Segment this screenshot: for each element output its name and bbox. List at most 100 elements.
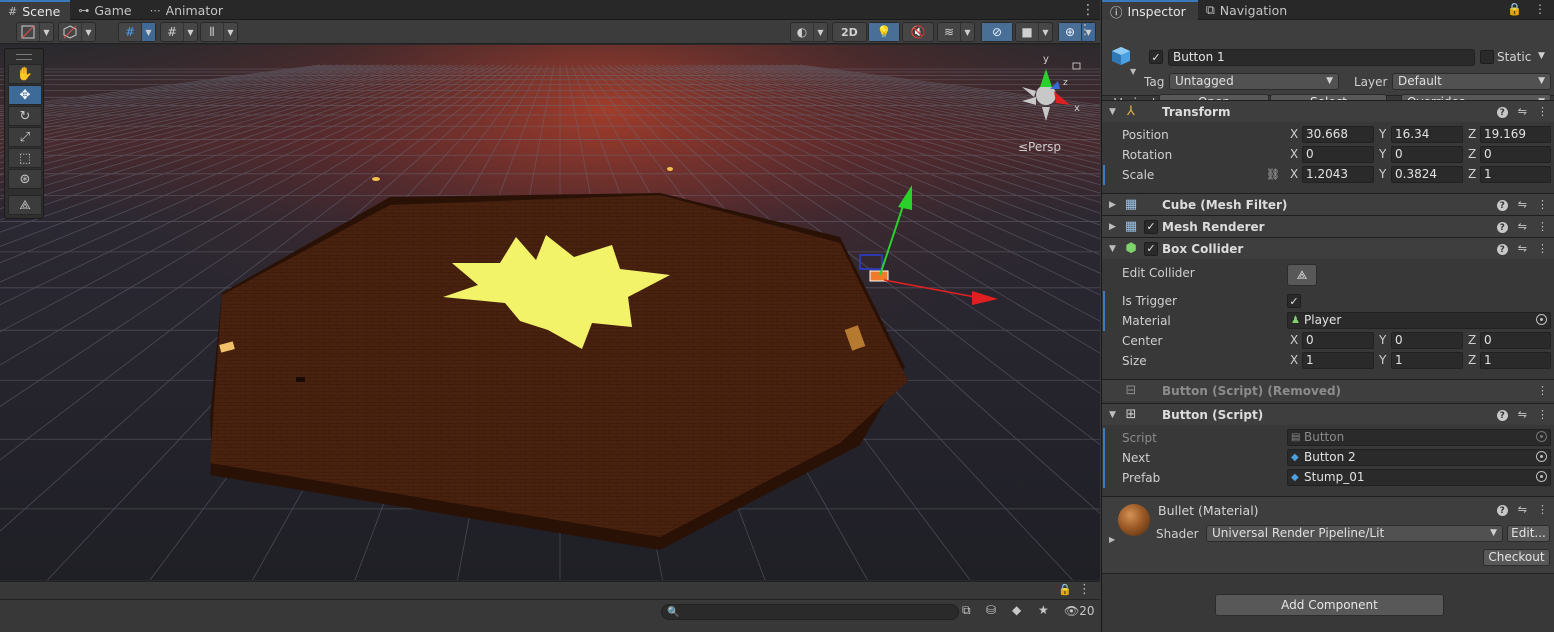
scene-panel-menu-icon[interactable]: ⋮ xyxy=(1081,2,1095,18)
chevron-down-icon[interactable]: ▼ xyxy=(223,23,237,41)
draw-mode-group[interactable]: ▼ xyxy=(16,22,54,42)
mesh-renderer-enabled-checkbox[interactable]: ✓ xyxy=(1144,219,1158,234)
chevron-down-icon[interactable]: ▼ xyxy=(81,23,95,41)
component-menu-icon[interactable]: ⋮ xyxy=(1537,105,1548,118)
chevron-down-icon[interactable]: ▼ xyxy=(183,23,197,41)
grid-toggle-icon[interactable]: # xyxy=(119,23,141,41)
preset-icon[interactable]: ⇋ xyxy=(1518,198,1527,211)
filter-type-icon[interactable]: ⛁ xyxy=(986,603,996,617)
help-icon[interactable]: ? xyxy=(1496,505,1508,516)
object-picker-icon[interactable] xyxy=(1536,314,1547,325)
shaded-mode-icon[interactable] xyxy=(17,23,39,41)
help-icon[interactable]: ? xyxy=(1496,410,1508,421)
visibility-count[interactable]: 👁20 xyxy=(1064,604,1095,618)
mode-2d-button[interactable]: 2D xyxy=(833,23,866,41)
size-x-field[interactable]: 1 xyxy=(1302,352,1374,369)
rotate-tool-icon[interactable]: ↻ xyxy=(8,106,42,126)
size-z-field[interactable]: 1 xyxy=(1480,352,1551,369)
preset-icon[interactable]: ⇋ xyxy=(1518,220,1527,233)
render-mode-group[interactable]: ▼ xyxy=(58,22,96,42)
center-z-field[interactable]: 0 xyxy=(1480,332,1551,349)
fold-open-icon[interactable]: ▼ xyxy=(1109,244,1116,254)
position-x-field[interactable]: 30.668 xyxy=(1302,126,1374,143)
position-z-field[interactable]: 19.169 xyxy=(1480,126,1551,143)
preset-icon[interactable]: ⇋ xyxy=(1518,105,1527,118)
scene-viewport[interactable]: y x z xyxy=(0,45,1100,580)
component-menu-icon[interactable]: ⋮ xyxy=(1537,384,1548,397)
chevron-down-icon[interactable]: ▼ xyxy=(1130,67,1136,76)
inspector-menu-icon[interactable]: ⋮ xyxy=(1534,2,1546,16)
component-menu-icon[interactable]: ⋮ xyxy=(1537,242,1548,255)
help-icon[interactable]: ? xyxy=(1496,200,1508,211)
chevron-down-icon[interactable]: ▼ xyxy=(1038,23,1052,41)
shader-dropdown[interactable]: Universal Render Pipeline/Lit ▼ xyxy=(1206,525,1503,542)
grid-snap-group[interactable]: # ▼ xyxy=(118,22,156,42)
scale-x-field[interactable]: 1.2043 xyxy=(1302,166,1374,183)
rotation-z-field[interactable]: 0 xyxy=(1480,146,1551,163)
object-picker-icon[interactable] xyxy=(1536,471,1547,482)
tab-scene[interactable]: # Scene xyxy=(0,0,71,20)
mesh-renderer-header[interactable]: ▶ ▦ ✓ Mesh Renderer ? ⇋ ⋮ xyxy=(1102,215,1554,237)
move-tool-icon[interactable]: ✥ xyxy=(8,85,42,105)
scale-y-field[interactable]: 0.3824 xyxy=(1391,166,1463,183)
shading-group[interactable]: ◐ ▼ xyxy=(790,22,828,42)
next-field[interactable]: ◆ Button 2 xyxy=(1287,449,1551,466)
add-component-button[interactable]: Add Component xyxy=(1215,594,1444,616)
link-scale-icon[interactable]: ⛓ xyxy=(1266,168,1280,181)
component-menu-icon[interactable]: ⋮ xyxy=(1537,503,1548,516)
snap-icon[interactable]: # xyxy=(161,23,183,41)
persp-label[interactable]: ≤Persp xyxy=(1018,140,1061,154)
fold-open-icon[interactable]: ▼ xyxy=(1109,410,1116,420)
static-checkbox[interactable] xyxy=(1480,50,1494,64)
fold-closed-icon[interactable]: ▶ xyxy=(1109,200,1116,210)
object-picker-icon[interactable] xyxy=(1536,451,1547,462)
sphere-shading-icon[interactable]: ◐ xyxy=(791,23,813,41)
chevron-down-icon[interactable]: ▼ xyxy=(960,23,974,41)
is-trigger-checkbox[interactable]: ✓ xyxy=(1287,294,1301,308)
label-tag-icon[interactable]: ◆ xyxy=(1012,603,1021,617)
hierarchy-icon[interactable]: ⧉ xyxy=(962,603,971,618)
status-menu-icon[interactable]: ⋮ xyxy=(1078,582,1091,597)
increment-group[interactable]: ⫴ ▼ xyxy=(200,22,238,42)
mesh-filter-header[interactable]: ▶ ▦ Cube (Mesh Filter) ? ⇋ ⋮ xyxy=(1102,193,1554,215)
tag-dropdown[interactable]: Untagged ▼ xyxy=(1169,73,1339,90)
increment-snap-icon[interactable]: ⫴ xyxy=(201,23,223,41)
lock-icon[interactable]: 🔒 xyxy=(1507,2,1522,16)
scale-z-field[interactable]: 1 xyxy=(1480,166,1551,183)
prefab-field[interactable]: ◆ Stump_01 xyxy=(1287,469,1551,486)
effects-group[interactable]: ≋ ▼ xyxy=(937,22,975,42)
fold-closed-icon[interactable]: ▶ xyxy=(1109,222,1116,232)
component-menu-icon[interactable]: ⋮ xyxy=(1537,408,1548,421)
component-menu-icon[interactable]: ⋮ xyxy=(1537,220,1548,233)
size-y-field[interactable]: 1 xyxy=(1391,352,1463,369)
search-input[interactable]: 🔍 xyxy=(661,604,959,620)
active-checkbox[interactable]: ✓ xyxy=(1149,50,1163,64)
tab-navigation[interactable]: ⧉ Navigation xyxy=(1198,0,1299,20)
lock-icon[interactable]: 🔒 xyxy=(1058,583,1072,596)
hand-tool-icon[interactable]: ✋ xyxy=(8,64,42,84)
lighting-group[interactable]: 💡 xyxy=(868,22,900,42)
checkout-button[interactable]: Checkout xyxy=(1483,549,1550,566)
box-collider-enabled-checkbox[interactable]: ✓ xyxy=(1144,241,1158,256)
rotation-x-field[interactable]: 0 xyxy=(1302,146,1374,163)
camera-icon[interactable]: ■ xyxy=(1016,23,1038,41)
help-icon[interactable]: ? xyxy=(1496,244,1508,255)
rect-tool-icon[interactable]: ⬚ xyxy=(8,148,42,168)
tab-game[interactable]: ⊶ Game xyxy=(70,0,141,20)
chevron-down-icon[interactable]: ▼ xyxy=(39,23,53,41)
hidden-objects-group[interactable]: ⊘ xyxy=(981,22,1013,42)
box-collider-header[interactable]: ▼ ⬢ ✓ Box Collider ? ⇋ ⋮ xyxy=(1102,237,1554,259)
mode-2d-group[interactable]: 2D xyxy=(832,22,867,42)
edit-collider-tool-icon[interactable]: ⟁ xyxy=(8,195,42,215)
gameobject-name-field[interactable]: Button 1 xyxy=(1168,49,1475,66)
eye-slash-icon[interactable]: ⊘ xyxy=(982,23,1012,41)
fold-open-icon[interactable]: ▼ xyxy=(1109,107,1116,117)
rotation-y-field[interactable]: 0 xyxy=(1391,146,1463,163)
help-icon[interactable]: ? xyxy=(1496,222,1508,233)
preset-icon[interactable]: ⇋ xyxy=(1518,408,1527,421)
light-bulb-icon[interactable]: 💡 xyxy=(869,23,899,41)
button-script-header[interactable]: ▼ ⊞ Button (Script) ? ⇋ ⋮ xyxy=(1102,403,1554,425)
palette-grip[interactable] xyxy=(16,54,32,60)
tab-animator[interactable]: ⋯ Animator xyxy=(142,0,233,20)
center-y-field[interactable]: 0 xyxy=(1391,332,1463,349)
